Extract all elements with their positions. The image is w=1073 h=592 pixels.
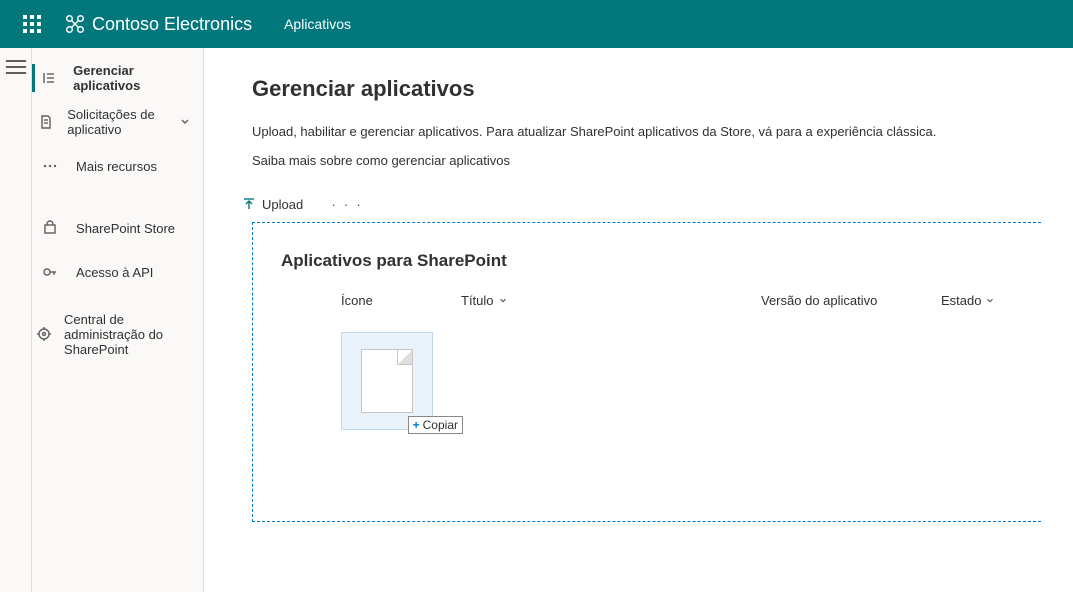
file-drop-preview[interactable]: + Copiar [341,332,433,430]
document-icon [36,114,55,130]
sidebar-item-api-access[interactable]: Acesso à API [32,250,203,294]
sidebar-item-more-resources[interactable]: Mais recursos [32,144,203,188]
chevron-down-icon [985,293,995,308]
more-icon [36,158,64,174]
command-bar: Upload · · · [236,192,1041,222]
column-header-state[interactable]: Estado [941,293,1041,308]
app-launcher-button[interactable] [8,0,56,48]
waffle-icon [23,15,41,33]
sidebar: Gerenciar aplicativos Solicitações de ap… [32,48,204,592]
sidebar-item-label: Mais recursos [76,159,157,174]
table-header: Ícone Título Versão do aplicativo Estado [281,293,1041,308]
sidebar-item-sharepoint-store[interactable]: SharePoint Store [32,206,203,250]
sidebar-item-admin-center[interactable]: Central de administração do SharePoint [32,312,203,356]
sidebar-item-label: Solicitações de aplicativo [67,107,167,137]
sidebar-item-label: Gerenciar aplicativos [73,63,191,93]
main-content: Gerenciar aplicativos Upload, habilitar … [204,48,1073,592]
collapse-rail [0,48,32,592]
app-header: Contoso Electronics Aplicativos [0,0,1073,48]
chevron-down-icon [498,293,508,308]
admin-icon [36,326,52,342]
learn-more-link[interactable]: Saiba mais sobre como gerenciar aplicati… [252,153,1041,168]
upload-icon [242,197,256,211]
section-title: Aplicativos para SharePoint [281,251,1041,271]
sidebar-item-label: Central de administração do SharePoint [64,312,191,357]
sidebar-item-label: SharePoint Store [76,221,175,236]
more-commands-button[interactable]: · · · [327,192,367,216]
sidebar-item-label: Acesso à API [76,265,153,280]
column-header-icon[interactable]: Ícone [341,293,461,308]
brand-name: Contoso Electronics [92,14,252,35]
header-section-label: Aplicativos [284,16,351,32]
brand-logo-icon [64,13,86,35]
column-header-version[interactable]: Versão do aplicativo [761,293,941,308]
sidebar-item-app-requests[interactable]: Solicitações de aplicativo [32,100,203,144]
upload-button[interactable]: Upload [236,193,309,216]
hamburger-button[interactable] [6,60,26,74]
upload-label: Upload [262,197,303,212]
page-title: Gerenciar aplicativos [252,76,1041,102]
copy-badge: + Copiar [408,416,463,434]
key-icon [36,264,64,280]
sidebar-item-manage-apps[interactable]: Gerenciar aplicativos [32,56,203,100]
drop-zone[interactable]: Aplicativos para SharePoint Ícone Título… [252,222,1041,522]
plus-icon: + [413,418,420,432]
brand[interactable]: Contoso Electronics [56,13,260,35]
list-icon [36,70,61,86]
chevron-down-icon [179,115,191,130]
copy-label: Copiar [423,418,458,432]
page-description: Upload, habilitar e gerenciar aplicativo… [252,124,1041,139]
store-icon [36,220,64,236]
column-header-title[interactable]: Título [461,293,761,308]
document-icon [361,349,413,413]
